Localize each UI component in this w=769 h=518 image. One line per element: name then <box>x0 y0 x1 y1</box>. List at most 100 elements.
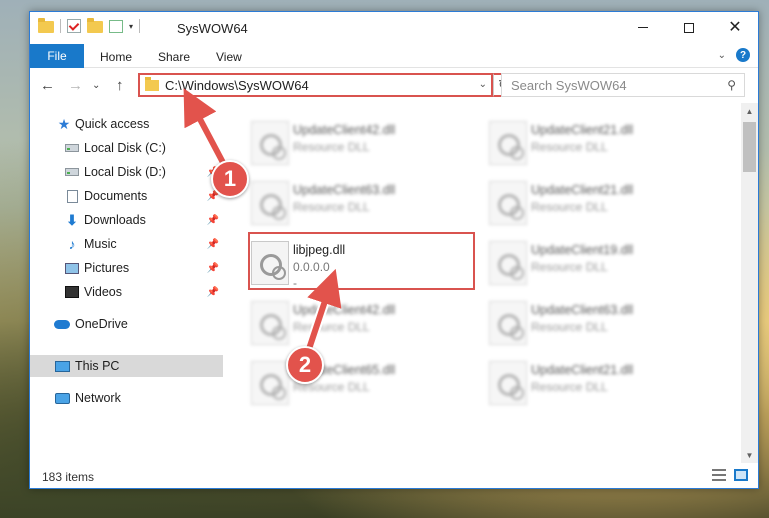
file-type: Resource DLL <box>531 320 608 334</box>
file-tile[interactable]: UpdateClient65.dll Resource DLL <box>243 355 473 411</box>
search-box[interactable]: ⚲ <box>501 73 745 97</box>
toolbar-separator <box>60 19 61 33</box>
sidebar-item-documents[interactable]: Documents 📌 <box>30 185 223 207</box>
step-2-badge: 2 <box>286 346 324 384</box>
sidebar-item-label: Music <box>84 237 117 251</box>
pin-icon[interactable]: 📌 <box>207 215 219 226</box>
this-pc-icon <box>54 360 70 372</box>
file-name: UpdateClient63.dll <box>293 183 396 197</box>
sidebar-item-onedrive[interactable]: OneDrive <box>30 313 223 335</box>
file-type: Resource DLL <box>531 380 608 394</box>
sidebar-item-local-disk-c[interactable]: Local Disk (C:) <box>30 137 223 159</box>
file-tile[interactable]: UpdateClient21.dll Resource DLL <box>481 175 711 231</box>
sidebar-item-pictures[interactable]: Pictures 📌 <box>30 257 223 279</box>
dll-file-icon <box>489 121 527 165</box>
up-icon[interactable]: ↑ <box>116 77 124 94</box>
file-tile[interactable]: UpdateClient21.dll Resource DLL <box>481 115 711 171</box>
dll-file-icon <box>489 301 527 345</box>
dll-file-icon <box>489 361 527 405</box>
close-icon: ✕ <box>728 18 742 36</box>
toolbar-separator <box>139 19 141 33</box>
music-icon: ♪ <box>68 236 76 252</box>
window-title: SysWOW64 <box>177 21 248 36</box>
file-name: UpdateClient21.dll <box>531 183 634 197</box>
file-tile[interactable]: UpdateClient63.dll Resource DLL <box>481 295 711 351</box>
sidebar-item-label: Videos <box>84 285 122 299</box>
file-tile[interactable]: UpdateClient63.dll Resource DLL <box>243 175 473 231</box>
highlight-box <box>248 232 475 290</box>
file-type: Resource DLL <box>293 320 370 334</box>
customize-toolbar-icon[interactable]: ▾ <box>129 22 133 31</box>
recent-locations-icon[interactable]: ⌄ <box>92 80 100 91</box>
forward-icon[interactable]: → <box>68 77 83 94</box>
minimize-button[interactable] <box>620 12 666 43</box>
help-icon[interactable]: ? <box>736 48 750 62</box>
pin-icon[interactable]: 📌 <box>207 239 219 250</box>
file-name: UpdateClient42.dll <box>293 303 396 317</box>
dll-file-icon <box>251 301 289 345</box>
sidebar-item-label: Documents <box>84 189 148 203</box>
folder-icon <box>38 18 54 33</box>
scroll-up-icon[interactable]: ▲ <box>741 103 758 119</box>
sidebar-item-label: Downloads <box>84 213 146 227</box>
maximize-icon <box>684 22 694 33</box>
drive-icon <box>65 168 79 176</box>
tab-file[interactable]: File <box>30 44 84 68</box>
rename-icon[interactable] <box>109 19 123 33</box>
file-type: Resource DLL <box>531 140 608 154</box>
navigation-bar: ← → ⌄ ↑ C:\Windows\SysWOW64 ⌄ ↻ ⚲ <box>30 69 758 102</box>
file-explorer-window: ▾ SysWOW64 ✕ File Home Share View ⌄ ? ← … <box>29 11 759 489</box>
sidebar-item-videos[interactable]: Videos 📌 <box>30 281 223 303</box>
address-history-icon[interactable]: ⌄ <box>479 79 487 90</box>
ribbon-tabs: File Home Share View ⌄ ? <box>30 43 758 68</box>
pin-icon[interactable]: 📌 <box>207 263 219 274</box>
tab-share[interactable]: Share <box>158 50 190 64</box>
step-1-badge: 1 <box>211 160 249 198</box>
file-name: UpdateClient19.dll <box>531 243 634 257</box>
sidebar-item-local-disk-d[interactable]: Local Disk (D:) 📌 <box>30 161 223 183</box>
sidebar-item-music[interactable]: ♪ Music 📌 <box>30 233 223 255</box>
file-tile[interactable]: UpdateClient42.dll Resource DLL <box>243 115 473 171</box>
search-icon[interactable]: ⚲ <box>727 78 736 92</box>
new-folder-icon[interactable] <box>87 18 103 33</box>
star-icon: ★ <box>57 115 71 132</box>
dll-file-icon <box>251 121 289 165</box>
quick-access-toolbar: ▾ <box>38 18 141 33</box>
sidebar-item-this-pc[interactable]: This PC <box>30 355 223 377</box>
file-tile[interactable]: UpdateClient42.dll Resource DLL <box>243 295 473 351</box>
scroll-down-icon[interactable]: ▼ <box>741 447 758 463</box>
sidebar-item-label: Local Disk (D:) <box>84 165 166 179</box>
maximize-button[interactable] <box>666 12 712 43</box>
sidebar-item-label: Local Disk (C:) <box>84 141 166 155</box>
address-bar[interactable]: C:\Windows\SysWOW64 ⌄ <box>138 73 493 97</box>
file-name: UpdateClient42.dll <box>293 123 396 137</box>
dll-file-icon <box>251 181 289 225</box>
folder-icon <box>145 76 159 91</box>
file-name: UpdateClient63.dll <box>531 303 634 317</box>
minimize-icon <box>638 27 648 28</box>
item-count: 183 items <box>42 470 95 484</box>
sidebar-item-label: OneDrive <box>75 317 128 331</box>
sidebar-item-downloads[interactable]: ⬇ Downloads 📌 <box>30 209 223 231</box>
close-button[interactable]: ✕ <box>712 12 758 43</box>
scroll-thumb[interactable] <box>743 122 756 172</box>
tab-home[interactable]: Home <box>100 50 132 64</box>
tiles-view-icon[interactable] <box>734 469 748 481</box>
status-bar: 183 items <box>30 463 758 488</box>
file-type: Resource DLL <box>293 200 370 214</box>
details-view-icon[interactable] <box>712 469 726 481</box>
vertical-scrollbar[interactable]: ▲ ▼ <box>741 103 758 463</box>
sidebar-item-network[interactable]: Network <box>30 387 223 409</box>
properties-check-icon[interactable] <box>67 19 81 33</box>
address-path[interactable]: C:\Windows\SysWOW64 <box>165 78 309 93</box>
search-input[interactable] <box>502 74 702 96</box>
back-icon[interactable]: ← <box>40 77 55 94</box>
file-tile[interactable]: UpdateClient19.dll Resource DLL <box>481 235 711 291</box>
tab-view[interactable]: View <box>216 50 242 64</box>
expand-ribbon-icon[interactable]: ⌄ <box>718 50 726 61</box>
pin-icon[interactable]: 📌 <box>207 287 219 298</box>
file-list: UpdateClient42.dll Resource DLL UpdateCl… <box>223 103 742 463</box>
sidebar-item-quick-access[interactable]: ★ Quick access <box>30 113 223 135</box>
file-name: UpdateClient21.dll <box>531 123 634 137</box>
file-tile[interactable]: UpdateClient21.dll Resource DLL <box>481 355 711 411</box>
